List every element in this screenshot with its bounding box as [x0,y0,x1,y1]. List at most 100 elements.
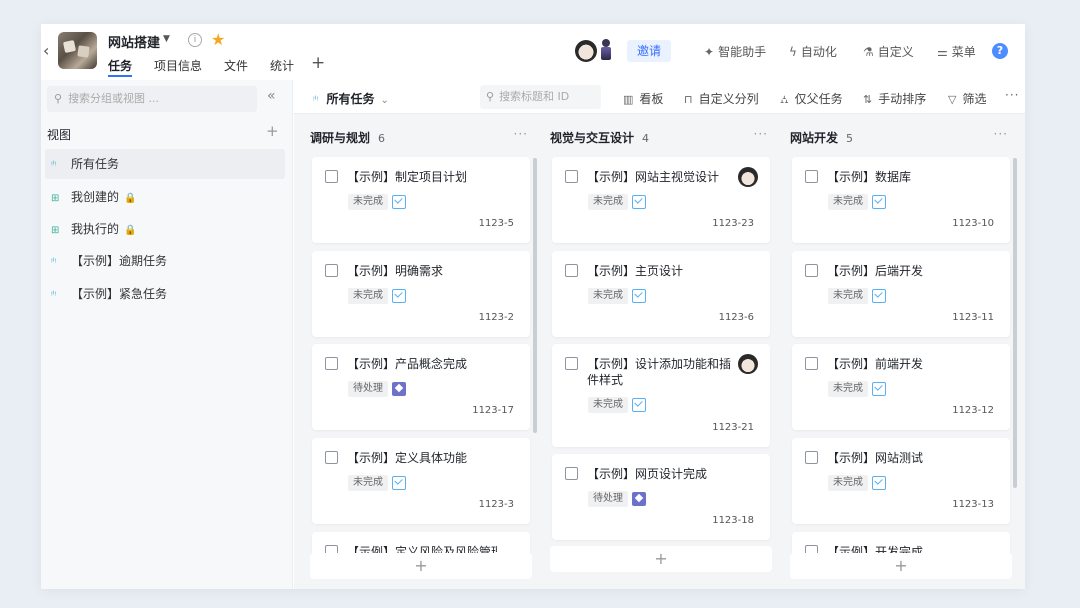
task-card[interactable]: 【示例】产品概念完成 待处理 1123-17 [312,344,530,430]
sidebar-item-created-by-me[interactable]: ⊞ 我创建的 🔒 [45,182,285,212]
column-scrollbar[interactable] [1013,158,1017,488]
back-arrow-icon[interactable]: ‹ [43,41,49,60]
member-avatar[interactable] [601,39,611,61]
manual-sort-button[interactable]: ⇅ 手动排序 [863,90,926,107]
task-checkbox[interactable] [325,264,338,277]
task-checkbox[interactable] [565,170,578,183]
customize-button[interactable]: ⚗ 自定义 [863,43,914,60]
task-checkbox[interactable] [325,451,338,464]
star-icon[interactable]: ★ [211,30,225,49]
column-menu-icon[interactable]: ··· [514,127,528,141]
task-card[interactable]: 【示例】明确需求 未完成 1123-2 [312,251,530,337]
sidebar-item-overdue[interactable]: ᵎᴵᵎ 【示例】逾期任务 [45,246,285,276]
tab-statistics[interactable]: 统计 [270,57,294,74]
more-options-icon[interactable]: ··· [1005,88,1019,102]
sidebar-item-all-tasks[interactable]: ᵎᴵᵎ 所有任务 [45,149,285,179]
sidebar-item-label: 我创建的 [71,190,120,204]
status-tag[interactable]: 待处理 [588,491,628,507]
sidebar: ⚲ 搜索分组或视图 ... « 视图 + ᵎᴵᵎ 所有任务 ⊞ 我创建的 🔒 ⊞ 我执行的… [41,80,293,589]
filter-button[interactable]: ▽ 筛选 [948,90,986,107]
status-tag[interactable]: 未完成 [588,288,628,304]
task-checkbox[interactable] [325,357,338,370]
status-tag[interactable]: 未完成 [828,288,868,304]
task-checkbox[interactable] [805,451,818,464]
task-checkbox[interactable] [805,264,818,277]
parent-only-button[interactable]: ⛼ 仅父任务 [780,90,843,108]
sidebar-item-assigned-to-me[interactable]: ⊞ 我执行的 🔒 [45,214,285,244]
task-card[interactable]: 【示例】定义具体功能 未完成 1123-3 [312,438,530,524]
custom-columns-button[interactable]: ⊓ 自定义分列 [684,90,759,107]
task-checkbox[interactable] [805,357,818,370]
task-card[interactable]: 【示例】网页设计完成 待处理 1123-18 [552,454,770,540]
column-header: 视觉与交互设计 4 ··· [550,127,772,146]
add-card-button[interactable]: + [550,546,772,572]
add-card-button[interactable]: + [790,553,1012,579]
task-title: 【示例】明确需求 [347,264,444,278]
add-tab-icon[interactable]: + [311,53,325,73]
task-search-input[interactable]: ⚲ 搜索标题和 ID [480,85,601,109]
task-card[interactable]: 【示例】制定项目计划 未完成 1123-5 [312,157,530,243]
automation-button[interactable]: ϟ 自动化 [789,43,837,60]
task-checkbox[interactable] [565,357,578,370]
task-card[interactable]: 【示例】定义风险及风险管理办法 [312,532,530,553]
status-tag[interactable]: 未完成 [348,288,388,304]
status-tag[interactable]: 未完成 [828,194,868,210]
column-menu-icon[interactable]: ··· [994,127,1008,141]
task-title: 【示例】制定项目计划 [347,170,468,184]
status-tag[interactable]: 未完成 [588,397,628,413]
chevron-down-icon[interactable]: ▼ [163,34,170,44]
task-card[interactable]: 【示例】主页设计 未完成 1123-6 [552,251,770,337]
invite-button[interactable]: 邀请 [627,40,671,62]
task-card[interactable]: 【示例】设计添加功能和插件样式 未完成 1123-21 [552,344,770,447]
add-view-icon[interactable]: + [266,122,279,140]
board-icon: ▥ [623,93,634,106]
task-type-icon [872,195,886,209]
task-checkbox[interactable] [805,170,818,183]
task-checkbox[interactable] [325,545,338,553]
column-menu-icon[interactable]: ··· [754,127,768,141]
task-id: 1123-10 [952,218,994,229]
info-icon[interactable]: i [188,33,202,47]
column-title: 视觉与交互设计 [550,131,635,145]
status-tag[interactable]: 待处理 [348,381,388,397]
task-card[interactable]: 【示例】网站测试 未完成 1123-13 [792,438,1010,524]
add-card-button[interactable]: + [310,553,532,579]
member-avatar[interactable] [575,40,597,62]
ai-assistant-button[interactable]: ✦ 智能助手 [704,43,766,60]
kanban-column: 视觉与交互设计 4 ··· 【示例】网站主视觉设计 未完成 1123-23 【示例】… [550,114,772,589]
menu-button[interactable]: ⚌ 菜单 [937,43,976,60]
status-tag[interactable]: 未完成 [348,475,388,491]
sidebar-item-label: 【示例】逾期任务 [71,254,168,268]
status-tag[interactable]: 未完成 [828,381,868,397]
tab-project-info[interactable]: 项目信息 [154,57,202,74]
task-card[interactable]: 【示例】开发完成 [792,532,1010,553]
task-title: 【示例】后端开发 [827,264,924,278]
active-tab-indicator [108,75,132,77]
project-avatar[interactable] [58,32,97,69]
tab-tasks[interactable]: 任务 [108,57,132,74]
task-id: 1123-12 [952,405,994,416]
task-card[interactable]: 【示例】后端开发 未完成 1123-11 [792,251,1010,337]
task-checkbox[interactable] [325,170,338,183]
task-checkbox[interactable] [565,264,578,277]
sidebar-search-input[interactable]: ⚲ 搜索分组或视图 ... [47,86,257,112]
tab-files[interactable]: 文件 [224,57,248,74]
task-checkbox[interactable] [565,467,578,480]
status-tag[interactable]: 未完成 [588,194,628,210]
task-card[interactable]: 【示例】前端开发 未完成 1123-12 [792,344,1010,430]
status-tag[interactable]: 未完成 [348,194,388,210]
help-icon[interactable]: ? [992,43,1008,59]
task-checkbox[interactable] [805,545,818,553]
task-card[interactable]: 【示例】网站主视觉设计 未完成 1123-23 [552,157,770,243]
column-scrollbar[interactable] [533,158,537,433]
task-card[interactable]: 【示例】数据库 未完成 1123-10 [792,157,1010,243]
status-tag[interactable]: 未完成 [828,475,868,491]
project-title[interactable]: 网站搭建 [108,32,160,51]
assignee-avatar[interactable] [738,167,758,187]
sidebar-item-urgent[interactable]: ᵎᴵᵎ 【示例】紧急任务 [45,279,285,309]
assignee-avatar[interactable] [738,354,758,374]
collapse-sidebar-icon[interactable]: « [267,88,276,104]
kanban-button[interactable]: ▥ 看板 [623,90,663,107]
view-selector[interactable]: ᵎᴵᵎ 所有任务 ⌄ [313,90,389,107]
column-title: 调研与规划 [310,131,371,145]
